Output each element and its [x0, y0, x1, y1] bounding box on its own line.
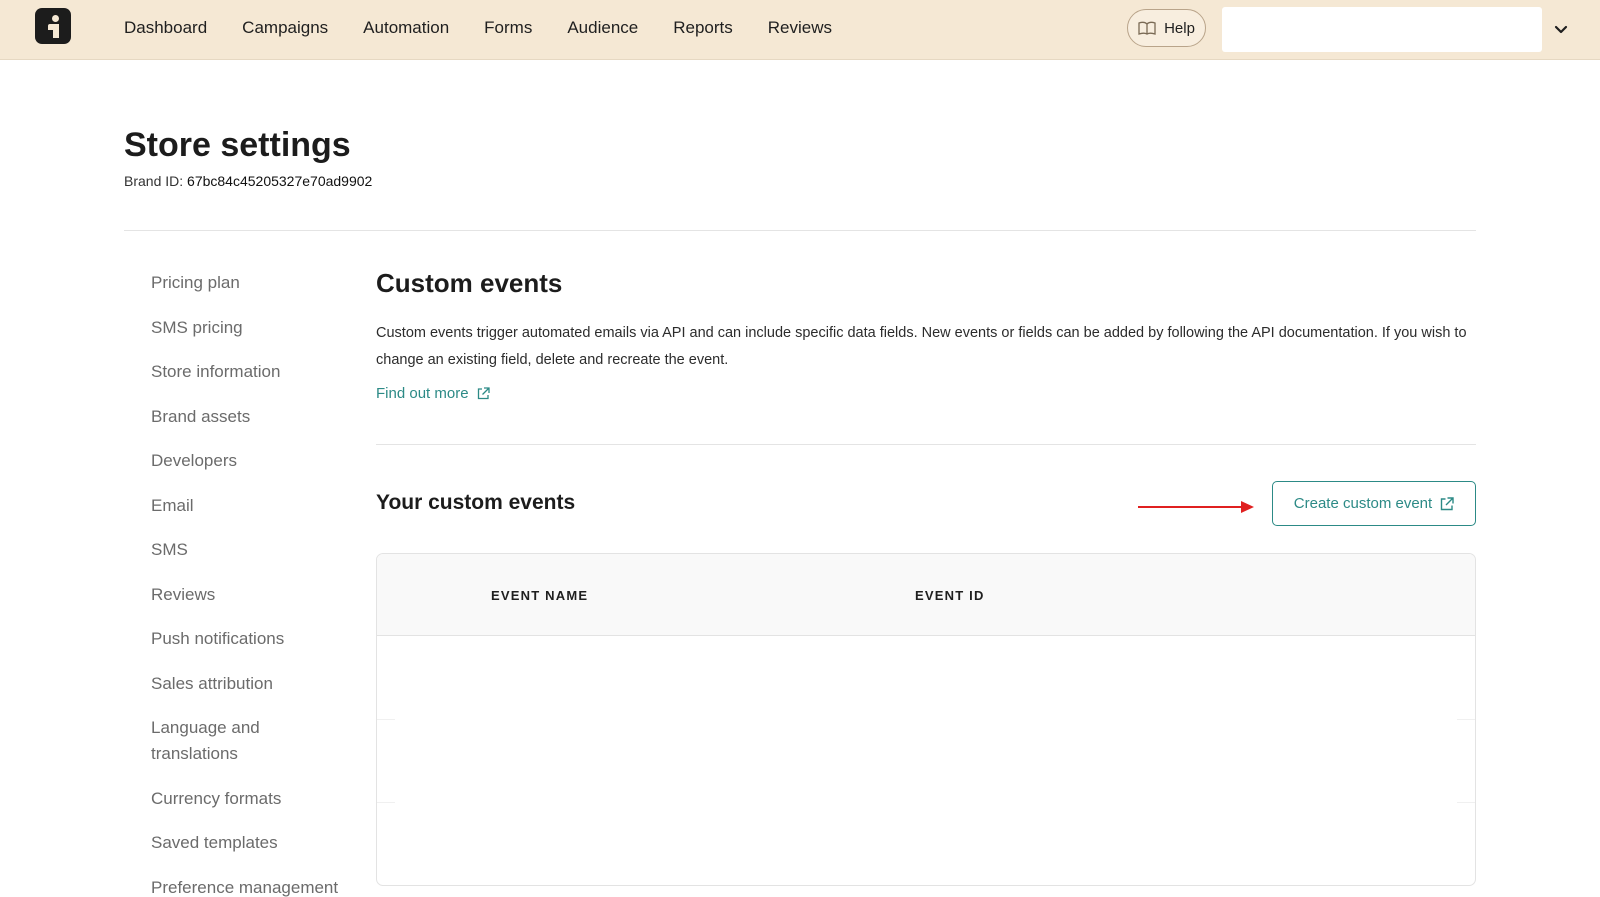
nav-reviews[interactable]: Reviews — [768, 17, 832, 39]
sidebar-item-sales-attribution[interactable]: Sales attribution — [151, 671, 361, 697]
column-header-event-name: EVENT NAME — [491, 588, 589, 603]
nav-forms[interactable]: Forms — [484, 17, 532, 39]
help-label: Help — [1164, 19, 1195, 37]
nav-reports[interactable]: Reports — [673, 17, 733, 39]
row-divider — [1457, 719, 1475, 720]
column-header-event-id: EVENT ID — [915, 588, 985, 603]
create-custom-event-button[interactable]: Create custom event — [1272, 481, 1476, 526]
sidebar-item-pricing-plan[interactable]: Pricing plan — [151, 270, 361, 296]
sidebar-item-sms[interactable]: SMS — [151, 537, 361, 563]
settings-sidebar: Pricing plan SMS pricing Store informati… — [151, 270, 361, 897]
find-out-more-label: Find out more — [376, 385, 469, 402]
store-selector[interactable] — [1222, 7, 1542, 52]
external-link-icon — [1441, 496, 1454, 510]
app-logo[interactable] — [35, 8, 71, 44]
create-custom-event-label: Create custom event — [1293, 495, 1433, 512]
row-divider — [377, 802, 395, 803]
your-custom-events-title: Your custom events — [376, 491, 576, 514]
help-button[interactable]: Help — [1127, 9, 1206, 47]
top-nav-bar: Dashboard Campaigns Automation Forms Aud… — [0, 0, 1600, 60]
chevron-down-icon[interactable] — [1552, 20, 1570, 38]
annotation-arrow-icon — [1138, 501, 1254, 513]
book-icon — [1138, 21, 1156, 35]
brand-id-label: Brand ID: — [124, 173, 184, 189]
sidebar-item-currency-formats[interactable]: Currency formats — [151, 786, 361, 812]
table-header: EVENT NAME EVENT ID — [377, 554, 1475, 636]
sidebar-item-reviews[interactable]: Reviews — [151, 582, 361, 608]
sidebar-item-email[interactable]: Email — [151, 493, 361, 519]
sidebar-item-store-information[interactable]: Store information — [151, 359, 361, 385]
custom-events-table: EVENT NAME EVENT ID — [376, 553, 1476, 886]
divider — [124, 230, 1476, 231]
page-title: Store settings — [124, 126, 351, 164]
brand-id-value: 67bc84c45205327e70ad9902 — [187, 173, 373, 189]
nav-audience[interactable]: Audience — [567, 17, 638, 39]
brand-id: Brand ID: 67bc84c45205327e70ad9902 — [124, 172, 372, 190]
sidebar-item-brand-assets[interactable]: Brand assets — [151, 404, 361, 430]
sidebar-item-push-notifications[interactable]: Push notifications — [151, 626, 361, 652]
sidebar-item-preference-management[interactable]: Preference management — [151, 875, 361, 897]
section-title: Custom events — [376, 268, 563, 298]
row-divider — [1457, 802, 1475, 803]
nav-dashboard[interactable]: Dashboard — [124, 17, 207, 39]
section-description: Custom events trigger automated emails v… — [376, 325, 1467, 368]
sidebar-item-developers[interactable]: Developers — [151, 448, 361, 474]
nav-automation[interactable]: Automation — [363, 17, 449, 39]
divider — [376, 444, 1476, 445]
find-out-more-link[interactable]: Find out more — [376, 385, 490, 402]
sidebar-item-language-translations[interactable]: Language and translations — [151, 715, 281, 767]
sidebar-item-sms-pricing[interactable]: SMS pricing — [151, 315, 361, 341]
nav-campaigns[interactable]: Campaigns — [242, 17, 328, 39]
external-link-icon — [477, 387, 490, 400]
sidebar-item-saved-templates[interactable]: Saved templates — [151, 830, 361, 856]
main-nav: Dashboard Campaigns Automation Forms Aud… — [124, 17, 867, 39]
row-divider — [377, 719, 395, 720]
